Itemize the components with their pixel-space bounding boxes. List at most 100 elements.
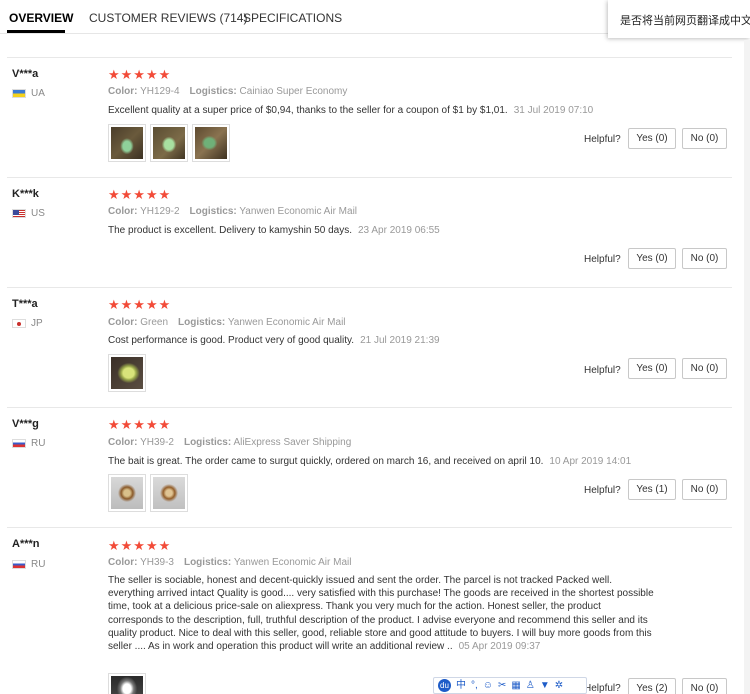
helpful-label: Helpful? <box>584 134 621 145</box>
review-separator <box>7 407 732 408</box>
shirt-icon[interactable]: ▼ <box>540 679 550 693</box>
review-photo[interactable] <box>108 673 146 694</box>
helpful-label: Helpful? <box>584 683 621 694</box>
settings-icon[interactable]: ✲ <box>555 679 563 693</box>
review-photos <box>108 673 146 694</box>
flag-jp-icon <box>12 319 26 328</box>
review-separator <box>7 177 732 178</box>
country-code: UA <box>31 88 45 99</box>
rating-stars: ★★★★★ <box>108 538 172 553</box>
helpful-yes-button[interactable]: Yes (0) <box>628 358 676 379</box>
review-meta: Color: YH129-4 Logistics: Cainiao Super E… <box>108 86 347 97</box>
country-code: JP <box>31 318 43 329</box>
review-date: 05 Apr 2019 09:37 <box>458 641 541 653</box>
reviewer-name: V***a <box>12 68 39 80</box>
logistics-label: Logistics: <box>189 86 237 97</box>
color-label: Color: <box>108 317 138 328</box>
review-body: The bait is great. The order came to sur… <box>108 456 544 467</box>
review-body: The product is excellent. Delivery to ka… <box>108 225 352 236</box>
review-date: 23 Apr 2019 06:55 <box>358 225 440 236</box>
logistics-label: Logistics: <box>183 557 232 568</box>
helpful-label: Helpful? <box>584 485 621 496</box>
tab-specifications[interactable]: SPECIFICATIONS <box>243 11 342 25</box>
country-code: RU <box>31 438 46 449</box>
review-photo[interactable] <box>192 124 230 162</box>
reviewer-name: K***k <box>12 188 39 200</box>
review-date: 31 Jul 2019 07:10 <box>513 105 594 116</box>
review-date: 10 Apr 2019 14:01 <box>549 456 632 467</box>
review-body: Excellent quality at a super price of $0… <box>108 105 508 116</box>
keyboard-icon[interactable]: ▦ <box>511 679 520 693</box>
rating-stars: ★★★★★ <box>108 67 172 82</box>
review-photos <box>108 124 230 162</box>
logistics-label: Logistics: <box>178 317 226 328</box>
punctuation-icon[interactable]: °, <box>471 679 478 693</box>
logistics-value: Yanwen Economic Air Mail <box>227 317 346 328</box>
review-photos <box>108 474 188 512</box>
helpful-yes-button[interactable]: Yes (0) <box>628 248 676 269</box>
helpful-no-button[interactable]: No (0) <box>682 678 727 694</box>
review-photo[interactable] <box>108 124 146 162</box>
helpful-yes-button[interactable]: Yes (1) <box>628 479 676 500</box>
reviewer-name: V***g <box>12 418 39 430</box>
color-label: Color: <box>108 86 138 97</box>
ime-toolbar: du 中 °, ☺ ✂ ▦ ♙ ▼ ✲ <box>433 677 587 694</box>
color-value: YH39-3 <box>140 557 174 568</box>
review-photos <box>108 354 146 392</box>
reviewer-name: T***a <box>12 298 38 310</box>
tab-overview[interactable]: OVERVIEW <box>9 11 73 25</box>
reviewer-country: UA <box>12 88 45 99</box>
helpful-yes-button[interactable]: Yes (2) <box>628 678 676 694</box>
review-body: Cost performance is good. Product very o… <box>108 335 355 346</box>
flag-us-icon <box>12 209 26 218</box>
rating-stars: ★★★★★ <box>108 187 172 202</box>
flag-ua-icon <box>12 89 26 98</box>
chinese-input-icon[interactable]: 中 <box>456 679 466 693</box>
flag-ru-icon <box>12 560 26 569</box>
translate-prompt[interactable]: 是否将当前网页翻译成中文 <box>608 0 750 38</box>
review-text: The product is excellent. Delivery to ka… <box>108 224 658 237</box>
helpful-no-button[interactable]: No (0) <box>682 128 727 149</box>
logistics-value: Yanwen Economic Air Mail <box>239 206 358 217</box>
helpful-no-button[interactable]: No (0) <box>682 248 727 269</box>
review-text: The seller is sociable, honest and decen… <box>108 574 658 653</box>
helpful-no-button[interactable]: No (0) <box>682 479 727 500</box>
country-code: US <box>31 208 45 219</box>
reviewer-country: RU <box>12 438 45 449</box>
helpful-label: Helpful? <box>584 254 621 265</box>
tab-customer-reviews[interactable]: CUSTOMER REVIEWS (714) <box>89 11 247 25</box>
helpful-label: Helpful? <box>584 365 621 376</box>
country-code: RU <box>31 559 46 570</box>
reviewer-country: US <box>12 208 45 219</box>
review-separator <box>7 527 732 528</box>
user-icon[interactable]: ♙ <box>526 679 535 693</box>
logistics-label: Logistics: <box>183 437 232 448</box>
reviewer-name: A***n <box>12 538 40 550</box>
baidu-logo-icon[interactable]: du <box>438 679 451 692</box>
color-label: Color: <box>108 206 138 217</box>
reviewer-country: JP <box>12 318 43 329</box>
scrollbar[interactable] <box>744 40 750 694</box>
color-value: YH129-4 <box>140 86 180 97</box>
flag-ru-icon <box>12 439 26 448</box>
emoji-icon[interactable]: ☺ <box>483 679 493 693</box>
review-text: Excellent quality at a super price of $0… <box>108 104 668 117</box>
review-photo[interactable] <box>150 124 188 162</box>
review-text: The bait is great. The order came to sur… <box>108 455 668 468</box>
rating-stars: ★★★★★ <box>108 297 172 312</box>
helpful-yes-button[interactable]: Yes (0) <box>628 128 676 149</box>
review-photo[interactable] <box>108 474 146 512</box>
rating-stars: ★★★★★ <box>108 417 172 432</box>
review-photo[interactable] <box>150 474 188 512</box>
color-value: YH129-2 <box>140 206 180 217</box>
color-value: YH39-2 <box>140 437 174 448</box>
review-meta: Color: YH39-2 Logistics: AliExpress Saver… <box>108 437 351 448</box>
reviewer-country: RU <box>12 559 45 570</box>
scissors-icon[interactable]: ✂ <box>498 679 506 693</box>
helpful-no-button[interactable]: No (0) <box>682 358 727 379</box>
review-photo[interactable] <box>108 354 146 392</box>
color-label: Color: <box>108 437 138 448</box>
active-tab-indicator <box>7 30 65 33</box>
logistics-value: AliExpress Saver Shipping <box>233 437 352 448</box>
logistics-value: Cainiao Super Economy <box>239 86 348 97</box>
